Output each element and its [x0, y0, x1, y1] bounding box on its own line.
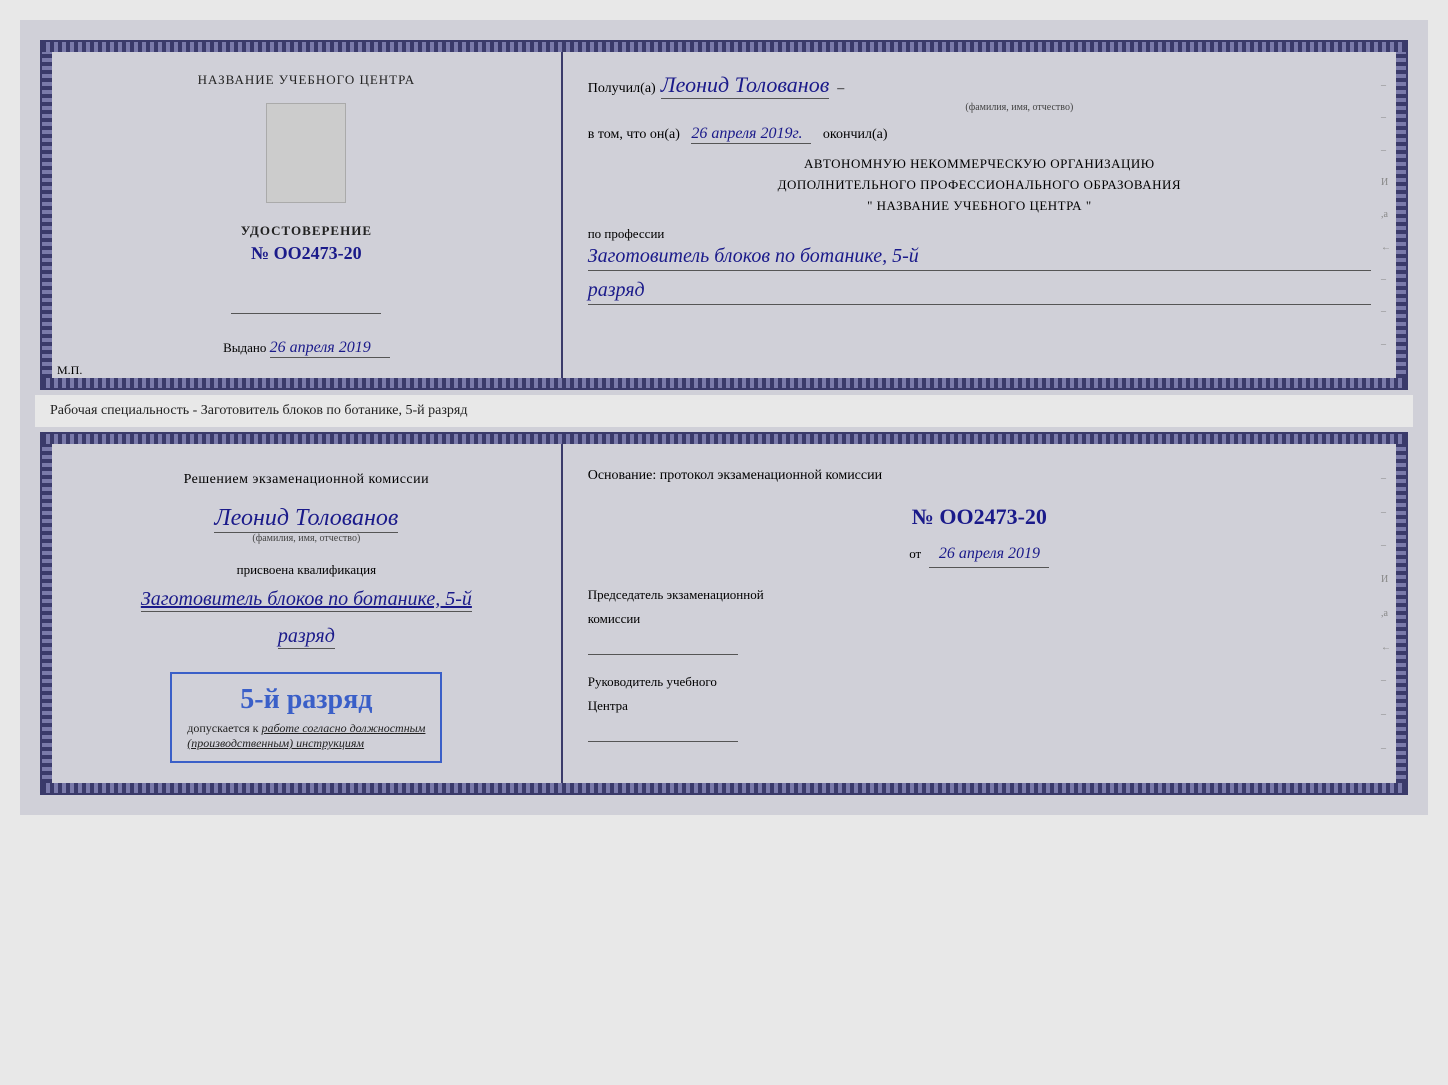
- vydano-label: Выдано: [223, 340, 266, 355]
- fio-subtitle-top: (фамилия, имя, отчество): [668, 102, 1371, 113]
- predsedatel-signature-line: [588, 635, 738, 655]
- side-marks-top: – – – И ,а ← – – –: [1381, 72, 1391, 358]
- nazvanie: " НАЗВАНИЕ УЧЕБНОГО ЦЕНТРА ": [588, 196, 1371, 217]
- vtom-line: в том, что он(а) 26 апреля 2019г. окончи…: [588, 125, 1371, 144]
- vtom-label: в том, что он(а): [588, 127, 680, 142]
- vydano-date: 26 апреля 2019: [270, 339, 390, 358]
- mp-label: М.П.: [57, 363, 82, 378]
- side-marks-bottom: – – – И ,а ← – – –: [1381, 464, 1391, 763]
- dopuskaetsya-text: работе согласно должностным: [262, 721, 426, 735]
- predsedatel-block: Председатель экзаменационной комиссии: [588, 583, 1371, 655]
- resheniyem-text: Решением экзаменационной комиссии: [184, 469, 430, 490]
- document-number: № OO2473-20: [241, 243, 372, 264]
- dopuskaetsya-text2: (производственным) инструкциям: [187, 736, 364, 750]
- bottom-doc-left: Решением экзаменационной комиссии Леонид…: [52, 444, 563, 783]
- resheniyem-label: Решением экзаменационной комиссии: [184, 472, 430, 487]
- bottom-document: Решением экзаменационной комиссии Леонид…: [40, 432, 1408, 795]
- avtonomnuyu1: АВТОНОМНУЮ НЕКОММЕРЧЕСКУЮ ОРГАНИЗАЦИЮ: [588, 154, 1371, 175]
- ot-date: 26 апреля 2019: [929, 540, 1049, 568]
- rukovoditel-block: Руководитель учебного Центра: [588, 670, 1371, 742]
- recipient-name-bottom: Леонид Толованов: [214, 505, 398, 533]
- separator-label: Рабочая специальность - Заготовитель бло…: [35, 395, 1413, 427]
- stamp-razryad-text: 5-й разряд: [187, 684, 425, 716]
- poluchil-line: Получил(а) Леонид Толованов –: [588, 72, 1371, 99]
- avtonomnuyu-block: АВТОНОМНУЮ НЕКОММЕРЧЕСКУЮ ОРГАНИЗАЦИЮ ДО…: [588, 154, 1371, 216]
- udostoverenie-label: УДОСТОВЕРЕНИЕ: [241, 223, 372, 239]
- osnovanie-block: Основание: протокол экзаменационной коми…: [588, 464, 1371, 742]
- ot-line: от 26 апреля 2019: [588, 540, 1371, 568]
- profession-text-top: Заготовитель блоков по ботанике, 5-й: [588, 245, 1371, 271]
- prisvoena-text: присвоена квалификация: [237, 562, 376, 578]
- rukovoditel-signature-line: [588, 722, 738, 742]
- vydano-line: Выдано 26 апреля 2019: [223, 339, 390, 358]
- rukovoditel-label: Руководитель учебного: [588, 670, 1371, 693]
- okonchil-label: окончил(а): [823, 127, 888, 142]
- avtonomnuyu2: ДОПОЛНИТЕЛЬНОГО ПРОФЕССИОНАЛЬНОГО ОБРАЗО…: [588, 175, 1371, 196]
- razryad-top: разряд: [588, 279, 1371, 305]
- stamp-dopuskaetsya: допускается к работе согласно должностны…: [187, 721, 425, 751]
- predsedatel-label: Председатель экзаменационной: [588, 583, 1371, 606]
- qualification-text: Заготовитель блоков по ботанике, 5-й: [141, 588, 472, 612]
- po-professii-block: по профессии Заготовитель блоков по бота…: [588, 226, 1371, 305]
- dash-after-name: –: [837, 81, 844, 97]
- recipient-name-top: Леонид Толованов: [661, 72, 830, 99]
- poluchil-label: Получил(а): [588, 81, 656, 97]
- top-document: НАЗВАНИЕ УЧЕБНОГО ЦЕНТРА УДОСТОВЕРЕНИЕ №…: [40, 40, 1408, 390]
- top-doc-right: Получил(а) Леонид Толованов – (фамилия, …: [563, 52, 1396, 378]
- top-doc-left: НАЗВАНИЕ УЧЕБНОГО ЦЕНТРА УДОСТОВЕРЕНИЕ №…: [52, 52, 563, 378]
- ot-label: от: [909, 546, 921, 561]
- name-block-bottom: Леонид Толованов (фамилия, имя, отчество…: [214, 505, 398, 544]
- top-doc-center-title: НАЗВАНИЕ УЧЕБНОГО ЦЕНТРА: [198, 72, 415, 88]
- po-professii-label: по профессии: [588, 226, 665, 241]
- photo-placeholder: [266, 103, 346, 203]
- completion-date-top: 26 апреля 2019г.: [691, 125, 811, 144]
- fio-subtitle-bottom: (фамилия, имя, отчество): [214, 533, 398, 544]
- stamp-box: 5-й разряд допускается к работе согласно…: [170, 672, 442, 763]
- protocol-number: № OO2473-20: [588, 498, 1371, 535]
- bottom-doc-right: Основание: протокол экзаменационной коми…: [563, 444, 1396, 783]
- komissii-label: комиссии: [588, 607, 1371, 630]
- dopuskaetsya-label: допускается к: [187, 721, 258, 735]
- tsentra-label: Центра: [588, 694, 1371, 717]
- osnovanie-label: Основание: протокол экзаменационной коми…: [588, 464, 1371, 488]
- razryad-bottom: разряд: [278, 625, 335, 649]
